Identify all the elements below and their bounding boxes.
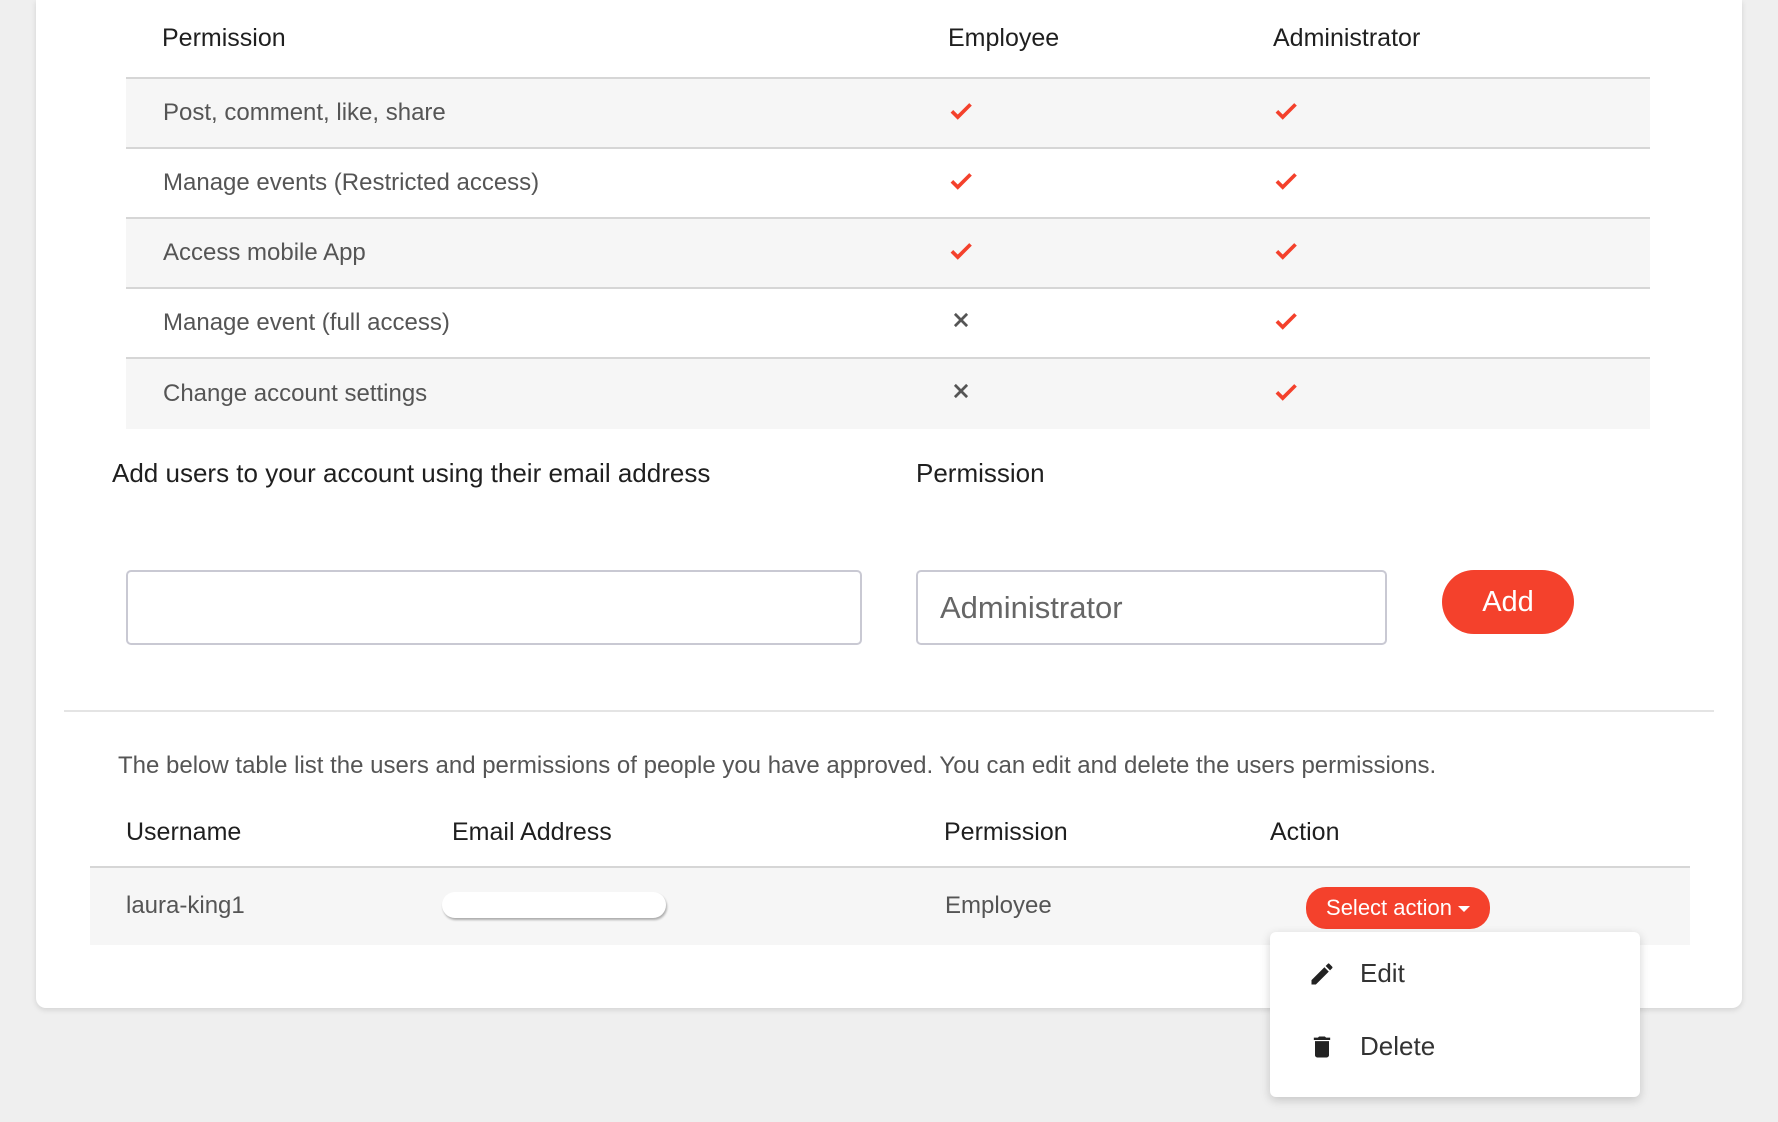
- header-administrator: Administrator: [1273, 24, 1421, 52]
- permission-select-value: Administrator: [940, 589, 1123, 625]
- check-icon: [1273, 97, 1299, 130]
- users-table: Username Email Address Permission Action…: [90, 800, 1690, 945]
- permission-row: Manage event (full access): [126, 289, 1650, 359]
- pencil-icon: [1308, 960, 1336, 988]
- menu-item-edit[interactable]: Edit: [1308, 958, 1405, 989]
- check-icon: [1273, 378, 1299, 411]
- permission-row: Post, comment, like, share: [126, 79, 1650, 149]
- cross-icon: [950, 380, 972, 409]
- email-cell-redacted: [442, 892, 666, 918]
- email-label: Add users to your account using their em…: [112, 458, 711, 488]
- menu-item-edit-label: Edit: [1360, 958, 1405, 988]
- cross-icon: [950, 309, 972, 338]
- check-icon: [1273, 167, 1299, 200]
- add-button[interactable]: Add: [1442, 570, 1574, 634]
- permission-label: Permission: [916, 458, 1045, 488]
- users-intro-text: The below table list the users and permi…: [118, 752, 1437, 779]
- section-divider: [64, 710, 1714, 712]
- permission-row: Manage events (Restricted access): [126, 149, 1650, 219]
- permission-row-label: Manage events (Restricted access): [163, 169, 540, 196]
- trash-icon: [1308, 1033, 1336, 1061]
- permission-row-label: Access mobile App: [163, 239, 366, 266]
- permission-row-label: Post, comment, like, share: [163, 99, 446, 126]
- header-action: Action: [1270, 818, 1340, 846]
- check-icon: [1273, 237, 1299, 270]
- action-dropdown-menu: Edit Delete: [1270, 932, 1640, 1097]
- header-permission: Permission: [162, 24, 286, 52]
- permission-matrix-table: Permission Employee Administrator Post, …: [126, 0, 1650, 429]
- header-email-address: Email Address: [452, 818, 612, 846]
- email-field[interactable]: [126, 570, 862, 645]
- menu-item-delete-label: Delete: [1360, 1031, 1436, 1061]
- check-icon: [948, 167, 974, 200]
- permission-cell: Employee: [945, 892, 1052, 919]
- check-icon: [948, 97, 974, 130]
- header-employee: Employee: [948, 24, 1060, 52]
- check-icon: [1273, 307, 1299, 340]
- username-cell: laura-king1: [126, 892, 245, 919]
- header-username: Username: [126, 818, 242, 846]
- permission-select[interactable]: Administrator: [916, 570, 1387, 645]
- permission-row: Change account settings: [126, 359, 1650, 429]
- check-icon: [948, 237, 974, 270]
- select-action-button[interactable]: Select action: [1306, 887, 1490, 929]
- menu-item-delete[interactable]: Delete: [1308, 1031, 1435, 1062]
- users-table-header: Username Email Address Permission Action: [90, 800, 1690, 868]
- permission-row: Access mobile App: [126, 219, 1650, 289]
- permissions-card: Permission Employee Administrator Post, …: [36, 0, 1742, 1008]
- permission-row-label: Change account settings: [163, 380, 428, 407]
- permission-matrix-header: Permission Employee Administrator: [126, 0, 1650, 79]
- header-permission: Permission: [944, 818, 1068, 846]
- caret-down-icon: [1457, 906, 1470, 912]
- permission-row-label: Manage event (full access): [163, 309, 450, 336]
- select-action-label: Select action: [1326, 895, 1452, 920]
